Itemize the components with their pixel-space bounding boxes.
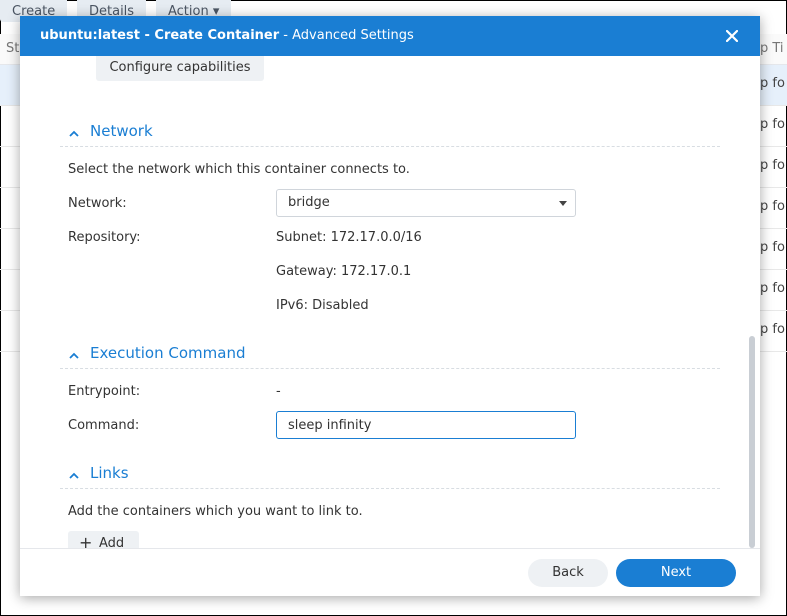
ipv6-value: IPv6: Disabled <box>276 298 369 313</box>
table-cell: p fo <box>760 199 785 214</box>
execution-section-toggle[interactable]: Execution Command <box>68 344 245 362</box>
network-section-title: Network <box>90 122 153 140</box>
dialog-scrollbar[interactable] <box>749 336 755 548</box>
configure-capabilities-button[interactable]: Configure capabilities <box>96 56 264 81</box>
table-cell: p fo <box>760 117 785 132</box>
entrypoint-label: Entrypoint: <box>68 384 141 399</box>
section-divider <box>60 146 720 147</box>
dialog-title-main: ubuntu:latest - Create Container <box>40 28 280 43</box>
header-uptime-column[interactable]: p Ti <box>760 41 784 56</box>
table-cell: p fo <box>760 158 785 173</box>
network-description: Select the network which this container … <box>68 162 410 177</box>
section-divider <box>60 488 720 489</box>
chevron-up-icon <box>68 348 80 360</box>
command-label: Command: <box>68 418 140 433</box>
chevron-up-icon <box>68 126 80 138</box>
add-link-label: Add <box>99 536 125 548</box>
table-cell: p fo <box>760 281 785 296</box>
links-description: Add the containers which you want to lin… <box>68 504 363 519</box>
header-status-column[interactable]: St <box>6 41 19 56</box>
chevron-up-icon <box>68 468 80 480</box>
close-icon[interactable] <box>720 25 744 47</box>
table-cell: p fo <box>760 76 785 91</box>
gateway-value: Gateway: 172.17.0.1 <box>276 264 412 279</box>
create-container-dialog: ubuntu:latest - Create Container - Advan… <box>20 16 760 596</box>
repository-label: Repository: <box>68 230 141 245</box>
dialog-body: Configure capabilities Network Select th… <box>20 56 760 548</box>
table-cell: p fo <box>760 322 785 337</box>
entrypoint-value: - <box>276 384 281 399</box>
add-link-button[interactable]: + Add <box>68 531 139 548</box>
subnet-value: Subnet: 172.17.0.0/16 <box>276 230 422 245</box>
next-button[interactable]: Next <box>616 559 736 587</box>
table-cell: p fo <box>760 240 785 255</box>
network-select-value: bridge <box>288 195 330 210</box>
network-label: Network: <box>68 196 127 211</box>
dialog-footer: Back Next <box>20 548 760 596</box>
back-button[interactable]: Back <box>528 559 608 587</box>
dialog-header: ubuntu:latest - Create Container - Advan… <box>20 16 760 56</box>
execution-section-title: Execution Command <box>90 344 246 362</box>
plus-icon: + <box>79 533 93 549</box>
command-input[interactable] <box>276 411 576 439</box>
dialog-title: ubuntu:latest - Create Container - Advan… <box>40 28 414 43</box>
links-section-title: Links <box>90 464 129 482</box>
network-section-toggle[interactable]: Network <box>68 122 153 140</box>
links-section-toggle[interactable]: Links <box>68 464 129 482</box>
caret-down-icon <box>559 201 567 206</box>
dialog-title-sub: - Advanced Settings <box>279 28 414 43</box>
network-select[interactable]: bridge <box>276 189 576 217</box>
section-divider <box>60 368 720 369</box>
